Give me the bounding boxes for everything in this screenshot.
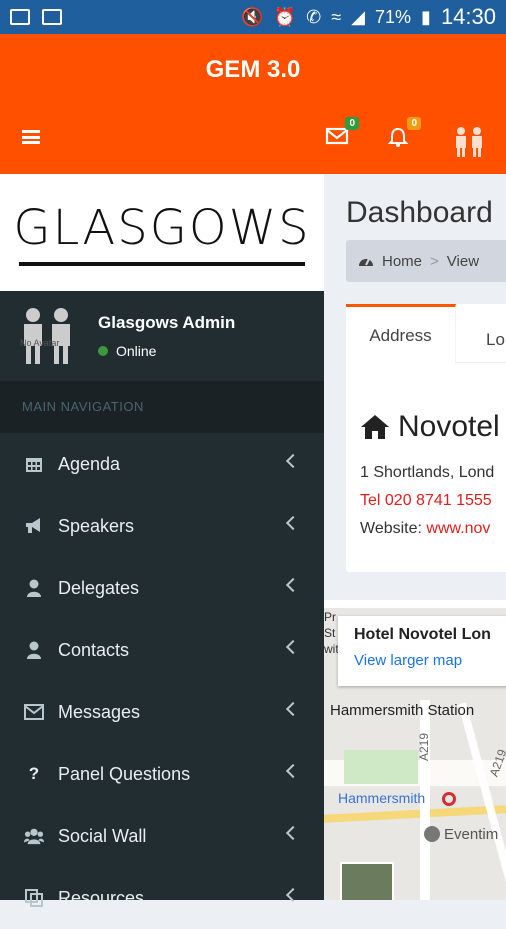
- avatar-label: No Avatar: [20, 338, 60, 348]
- app-title: GEM 3.0: [205, 56, 301, 83]
- sidebar-item-label: Messages: [58, 701, 141, 722]
- mail-badge: 0: [345, 117, 359, 130]
- chevron-left-icon: [285, 453, 301, 469]
- sidebar-item-messages[interactable]: Messages: [0, 681, 324, 743]
- user-name: Glasgows Admin: [98, 313, 236, 332]
- breadcrumb: Home > View: [346, 240, 506, 282]
- map-card-title: Hotel Novotel Lon: [354, 626, 491, 643]
- sidebar-item-label: Speakers: [58, 515, 135, 536]
- sidebar-item-contacts[interactable]: Contacts: [0, 619, 324, 681]
- image-icon: [10, 9, 30, 25]
- map-info-card: Hotel Novotel Lon View larger map: [338, 616, 506, 686]
- page-title: Dashboard: [346, 196, 493, 229]
- map-label-eventim: Eventim: [444, 826, 499, 843]
- breadcrumb-separator: >: [430, 252, 439, 270]
- hotel-name: Novotel: [360, 410, 500, 444]
- chevron-left-icon: [285, 639, 301, 655]
- user-icon: [24, 640, 44, 660]
- breadcrumb-view: View: [446, 252, 480, 270]
- sidebar-item-label: Social Wall: [58, 825, 147, 846]
- chevron-left-icon: [285, 763, 301, 779]
- website-link[interactable]: www.nov: [426, 520, 490, 537]
- sidebar-item-agenda[interactable]: Agenda: [0, 433, 324, 495]
- tab-location[interactable]: Lo: [486, 330, 505, 350]
- dashboard-icon: [359, 258, 373, 266]
- satellite-thumbnail[interactable]: [340, 862, 394, 900]
- online-indicator: [98, 346, 108, 356]
- map-label-station: Hammersmith Station: [330, 702, 475, 719]
- user-menu-button[interactable]: [452, 126, 486, 157]
- sidebar-item-label: Delegates: [58, 577, 140, 598]
- calendar-icon: [24, 454, 44, 474]
- sidebar: GLASGOWS No Avatar Glasgows Admin Online…: [0, 174, 324, 908]
- avatar: No Avatar: [18, 306, 76, 366]
- alarm-icon: ⏰: [273, 6, 297, 27]
- sidebar-item-speakers[interactable]: Speakers: [0, 495, 324, 557]
- hotel-address: 1 Shortlands, Lond: [360, 464, 495, 481]
- sidebar-item-delegates[interactable]: Delegates: [0, 557, 324, 619]
- map-label-hammersmith: Hammersmith: [338, 790, 426, 806]
- main-content: Dashboard Home > View Address Lo Novotel…: [324, 174, 506, 900]
- sidebar-item-panel-questions[interactable]: ? Panel Questions: [0, 743, 324, 805]
- sidebar-item-label: Contacts: [58, 639, 130, 660]
- venue-pin-icon: [424, 826, 440, 842]
- sidebar-item-label: Panel Questions: [58, 763, 191, 784]
- phone-link[interactable]: 020 8741 1555: [385, 492, 492, 509]
- voicemail-icon: [42, 9, 62, 25]
- breadcrumb-home[interactable]: Home: [382, 253, 422, 270]
- megaphone-icon: [24, 516, 44, 536]
- map[interactable]: Pr St wit Hotel Novotel Lon View larger …: [324, 600, 506, 900]
- couple-avatar-icon: [456, 127, 482, 157]
- battery-level: 71%: [375, 6, 412, 27]
- battery-icon: ▮: [421, 6, 431, 27]
- hotel-website: Website: www.nov: [360, 520, 491, 537]
- notifications-button[interactable]: 0: [387, 117, 421, 150]
- users-icon: [24, 826, 44, 846]
- envelope-icon: [24, 702, 44, 722]
- venue-box: Address Lo Novotel 1 Shortlands, Lond Te…: [346, 304, 506, 572]
- status-bar: 🔇 ⏰ ✆ ≈ ◢ 71% ▮ 14:30: [0, 0, 506, 34]
- bell-icon: [387, 127, 409, 147]
- clock: 14:30: [440, 4, 496, 29]
- chevron-left-icon: [285, 515, 301, 531]
- sidebar-item-label: Agenda: [58, 453, 121, 474]
- hotel-phone: Tel 020 8741 1555: [360, 492, 492, 509]
- user-panel: No Avatar Glasgows Admin Online: [0, 291, 324, 381]
- signal-icon: ◢: [351, 6, 365, 27]
- user-status: Online: [98, 343, 235, 359]
- chevron-left-icon: [285, 577, 301, 593]
- app-header: GEM 3.0 0 0: [0, 34, 506, 174]
- question-icon: ?: [28, 764, 40, 783]
- messages-button[interactable]: 0: [325, 117, 359, 150]
- nav-header: MAIN NAVIGATION: [0, 381, 324, 433]
- sidebar-item-resources[interactable]: Resources: [0, 867, 324, 929]
- chevron-left-icon: [285, 701, 301, 717]
- home-icon: [361, 415, 389, 439]
- user-icon: [24, 578, 44, 598]
- logo: GLASGOWS: [0, 174, 324, 291]
- wifi-calling-icon: ✆: [306, 6, 322, 27]
- sidebar-item-label: Resources: [58, 887, 145, 908]
- chevron-left-icon: [285, 825, 301, 841]
- mute-icon: 🔇: [241, 6, 264, 27]
- view-larger-map-link[interactable]: View larger map: [354, 652, 506, 669]
- copy-icon: [24, 888, 44, 908]
- tab-address[interactable]: Address: [346, 304, 456, 364]
- underground-icon: [442, 792, 456, 806]
- sidebar-item-social-wall[interactable]: Social Wall: [0, 805, 324, 867]
- menu-icon[interactable]: [22, 130, 40, 144]
- logo-text: GLASGOWS: [13, 199, 311, 256]
- wifi-icon: ≈: [331, 6, 342, 27]
- bell-badge: 0: [407, 117, 421, 130]
